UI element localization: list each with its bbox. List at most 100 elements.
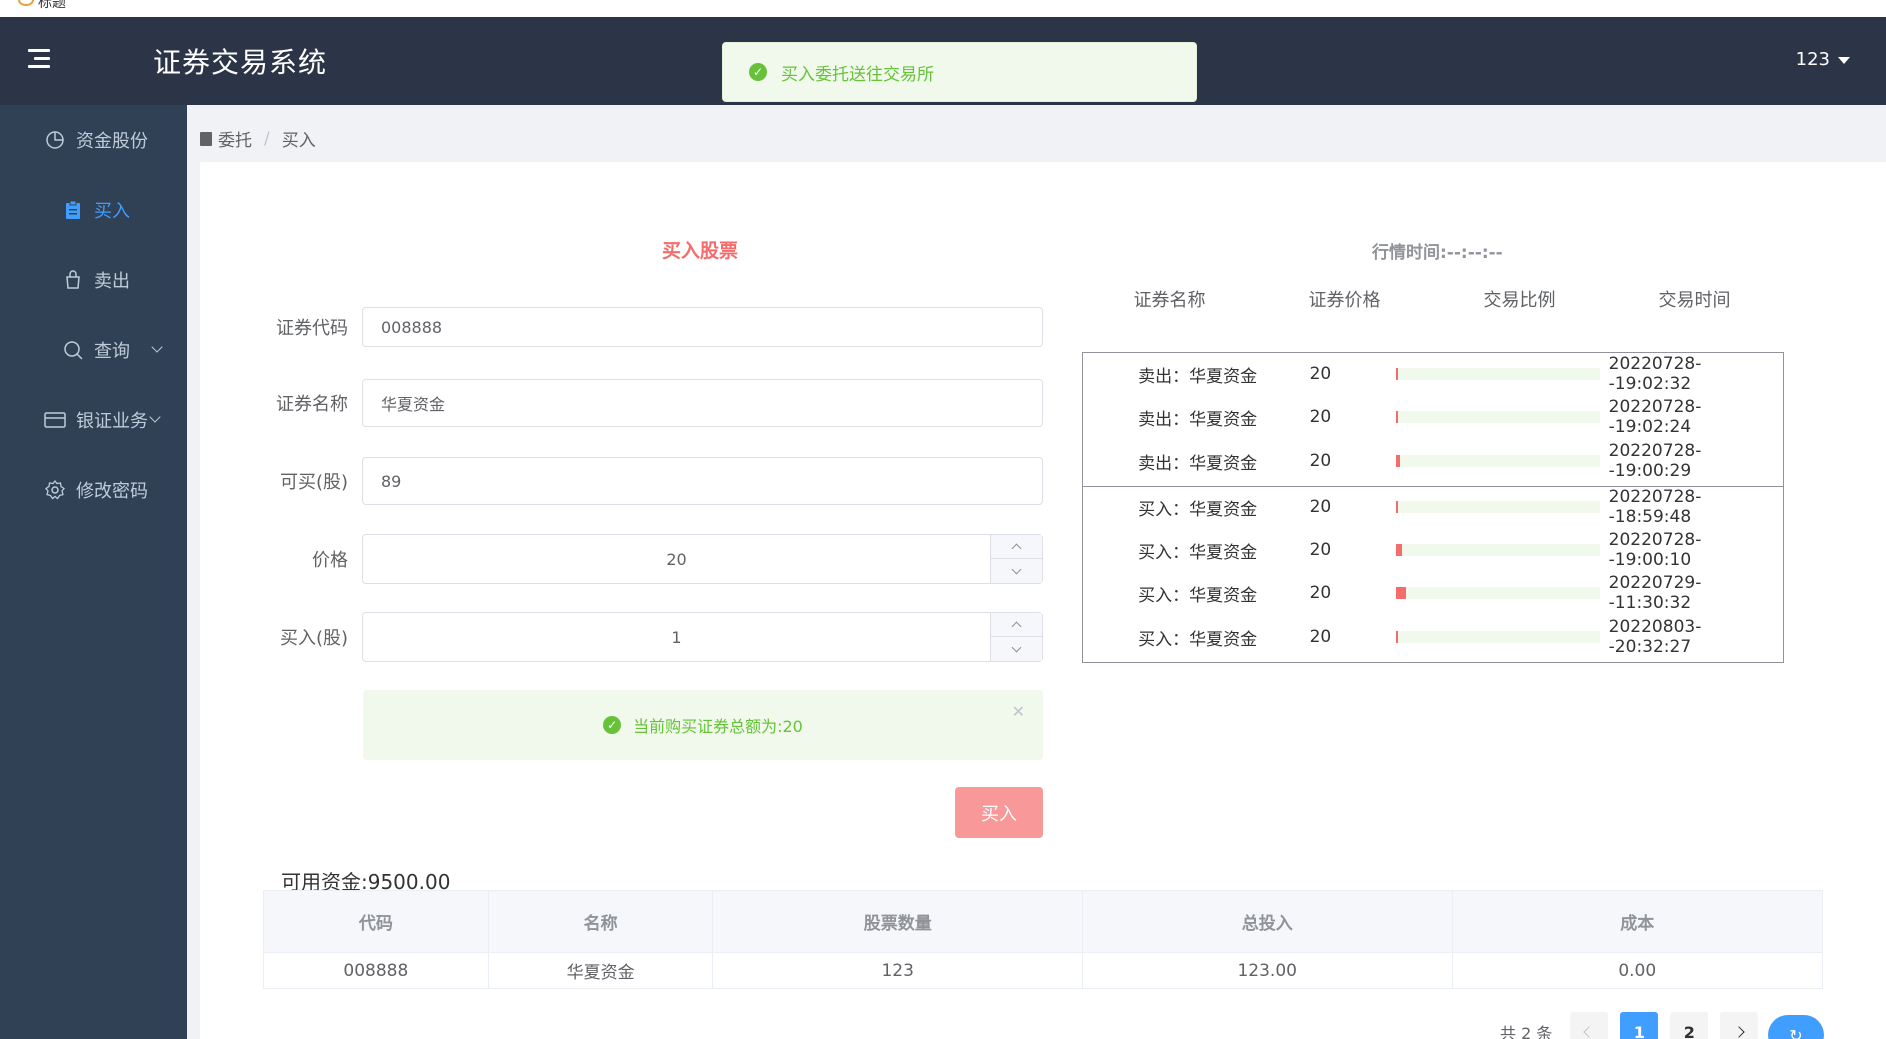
hamburger-menu-icon[interactable]	[28, 49, 52, 69]
breadcrumb: 委托 / 买入	[200, 126, 316, 151]
quantity-row: 买入(股) 1	[262, 612, 1043, 662]
buy-order-row: 买入：华夏资金 20 20220728--18:59:48	[1083, 487, 1783, 527]
holdings-table: 代码 名称 股票数量 总投入 成本 008888 华夏资金 123 123.00…	[263, 890, 1823, 989]
available-shares-label: 可买(股)	[279, 472, 348, 493]
bag-icon	[62, 269, 84, 291]
decrease-button[interactable]	[991, 637, 1042, 661]
name-input[interactable]: 华夏资金	[362, 379, 1043, 427]
user-dropdown[interactable]: 123	[1796, 49, 1850, 70]
order-time: 20220728--19:02:24	[1608, 397, 1702, 437]
column-header: 代码	[264, 891, 489, 952]
sell-order-row: 卖出：华夏资金 20 20220728--19:00:29	[1083, 441, 1783, 481]
increase-button[interactable]	[991, 535, 1042, 559]
page-button-1[interactable]: 1	[1620, 1012, 1659, 1039]
order-ratio-bar	[1395, 587, 1600, 599]
available-shares-row: 可买(股) 89	[262, 457, 1043, 505]
chevron-up-icon	[1011, 543, 1022, 554]
form-title: 买入股票	[662, 240, 739, 262]
order-price: 20	[1309, 451, 1332, 471]
order-ratio-bar	[1395, 631, 1600, 643]
sell-order-row: 卖出：华夏资金 20 20220728--19:02:32	[1083, 354, 1783, 394]
chevron-down-icon	[151, 341, 163, 353]
sidebar-item-query[interactable]: 查询	[0, 315, 187, 385]
decrease-button[interactable]	[991, 559, 1042, 583]
order-price: 20	[1309, 497, 1332, 517]
order-time: 20220728--19:02:32	[1608, 354, 1702, 394]
market-column-header: 证券名称	[1133, 290, 1206, 311]
order-time: 20220728--18:59:48	[1608, 487, 1702, 527]
column-header: 成本	[1620, 914, 1655, 934]
order-name: 买入：华夏资金	[1138, 542, 1258, 563]
order-price: 20	[1309, 540, 1332, 560]
order-ratio-bar	[1395, 411, 1600, 423]
order-price: 20	[1309, 583, 1332, 603]
price-label: 价格	[312, 550, 348, 571]
code-row: 证券代码 008888	[262, 307, 1043, 347]
table-cell: 0.00	[1618, 960, 1657, 981]
column-header: 股票数量	[713, 891, 1083, 952]
sidebar-item-label: 卖出	[94, 271, 130, 292]
market-time: 行情时间:--:--:--	[1372, 243, 1503, 263]
sidebar: 资金股份 买入 卖出 查询 银证业务 修改密码	[0, 105, 187, 1039]
breadcrumb-parent[interactable]: 委托	[218, 126, 252, 151]
order-ratio-fill	[1395, 411, 1398, 423]
sidebar-item-label: 买入	[94, 201, 130, 222]
quantity-label: 买入(股)	[279, 628, 348, 649]
order-price: 20	[1309, 407, 1332, 427]
order-name: 买入：华夏资金	[1138, 585, 1258, 606]
order-ratio-fill	[1395, 631, 1398, 643]
market-column-header: 交易时间	[1658, 290, 1731, 311]
refresh-button[interactable]: ↻	[1768, 1015, 1824, 1039]
market-column-header: 证券价格	[1308, 290, 1381, 311]
sidebar-item-label: 银证业务	[76, 411, 148, 432]
order-ratio-bar	[1395, 544, 1600, 556]
chevron-down-icon	[1011, 642, 1022, 652]
order-name: 卖出：华夏资金	[1138, 409, 1258, 430]
increase-button[interactable]	[991, 613, 1042, 637]
sidebar-item-funds[interactable]: 资金股份	[0, 105, 187, 175]
table-row[interactable]: 008888 华夏资金 123 123.00 0.00	[264, 953, 1822, 988]
order-ratio-fill	[1395, 587, 1406, 599]
table-cell: 华夏资金	[489, 953, 714, 988]
order-ratio-bar	[1395, 455, 1600, 467]
gear-icon	[44, 479, 66, 501]
sidebar-item-buy[interactable]: 买入	[0, 175, 187, 245]
sidebar-item-sell[interactable]: 卖出	[0, 245, 187, 315]
sidebar-item-label: 修改密码	[76, 481, 148, 502]
market-header: 证券名称 证券价格 交易比例 交易时间	[1082, 286, 1782, 312]
code-input[interactable]: 008888	[362, 307, 1043, 347]
order-ratio-fill	[1395, 501, 1398, 513]
sidebar-item-bank-securities[interactable]: 银证业务	[0, 385, 187, 455]
prev-page-button[interactable]	[1570, 1012, 1609, 1039]
order-ratio-bar	[1395, 368, 1600, 380]
table-cell: 123.00	[1083, 953, 1453, 988]
page-button-2[interactable]: 2	[1670, 1012, 1709, 1039]
close-icon[interactable]: ✕	[1012, 702, 1025, 721]
breadcrumb-current: 买入	[281, 131, 316, 151]
quantity-stepper[interactable]: 1	[362, 612, 1043, 662]
code-label: 证券代码	[276, 318, 348, 339]
order-time: 20220729--11:30:32	[1608, 573, 1702, 613]
app-logo-icon	[18, 0, 34, 6]
name-label: 证券名称	[276, 394, 348, 415]
pagination-total: 共 2 条	[1500, 1024, 1553, 1039]
clipboard-icon	[62, 199, 84, 221]
chevron-down-icon	[149, 411, 161, 423]
toast-message: 买入委托送往交易所	[781, 64, 934, 85]
order-name: 卖出：华夏资金	[1138, 366, 1258, 387]
table-cell: 008888	[264, 953, 489, 988]
chevron-left-icon	[1583, 1026, 1596, 1038]
chevron-right-icon	[1733, 1026, 1746, 1038]
check-circle-icon: ✓	[603, 716, 622, 734]
search-icon	[62, 339, 84, 361]
browser-tab-strip: 标题	[0, 0, 1886, 17]
next-page-button[interactable]	[1720, 1012, 1759, 1039]
buy-button[interactable]: 买入	[955, 787, 1043, 838]
available-shares-input[interactable]: 89	[362, 457, 1043, 505]
refresh-icon: ↻	[1789, 1025, 1803, 1039]
order-time: 20220728--19:00:29	[1608, 441, 1702, 481]
table-cell: 123	[713, 953, 1083, 988]
sidebar-item-change-password[interactable]: 修改密码	[0, 455, 187, 525]
name-row: 证券名称 华夏资金	[262, 379, 1043, 427]
price-stepper[interactable]: 20	[362, 534, 1043, 584]
